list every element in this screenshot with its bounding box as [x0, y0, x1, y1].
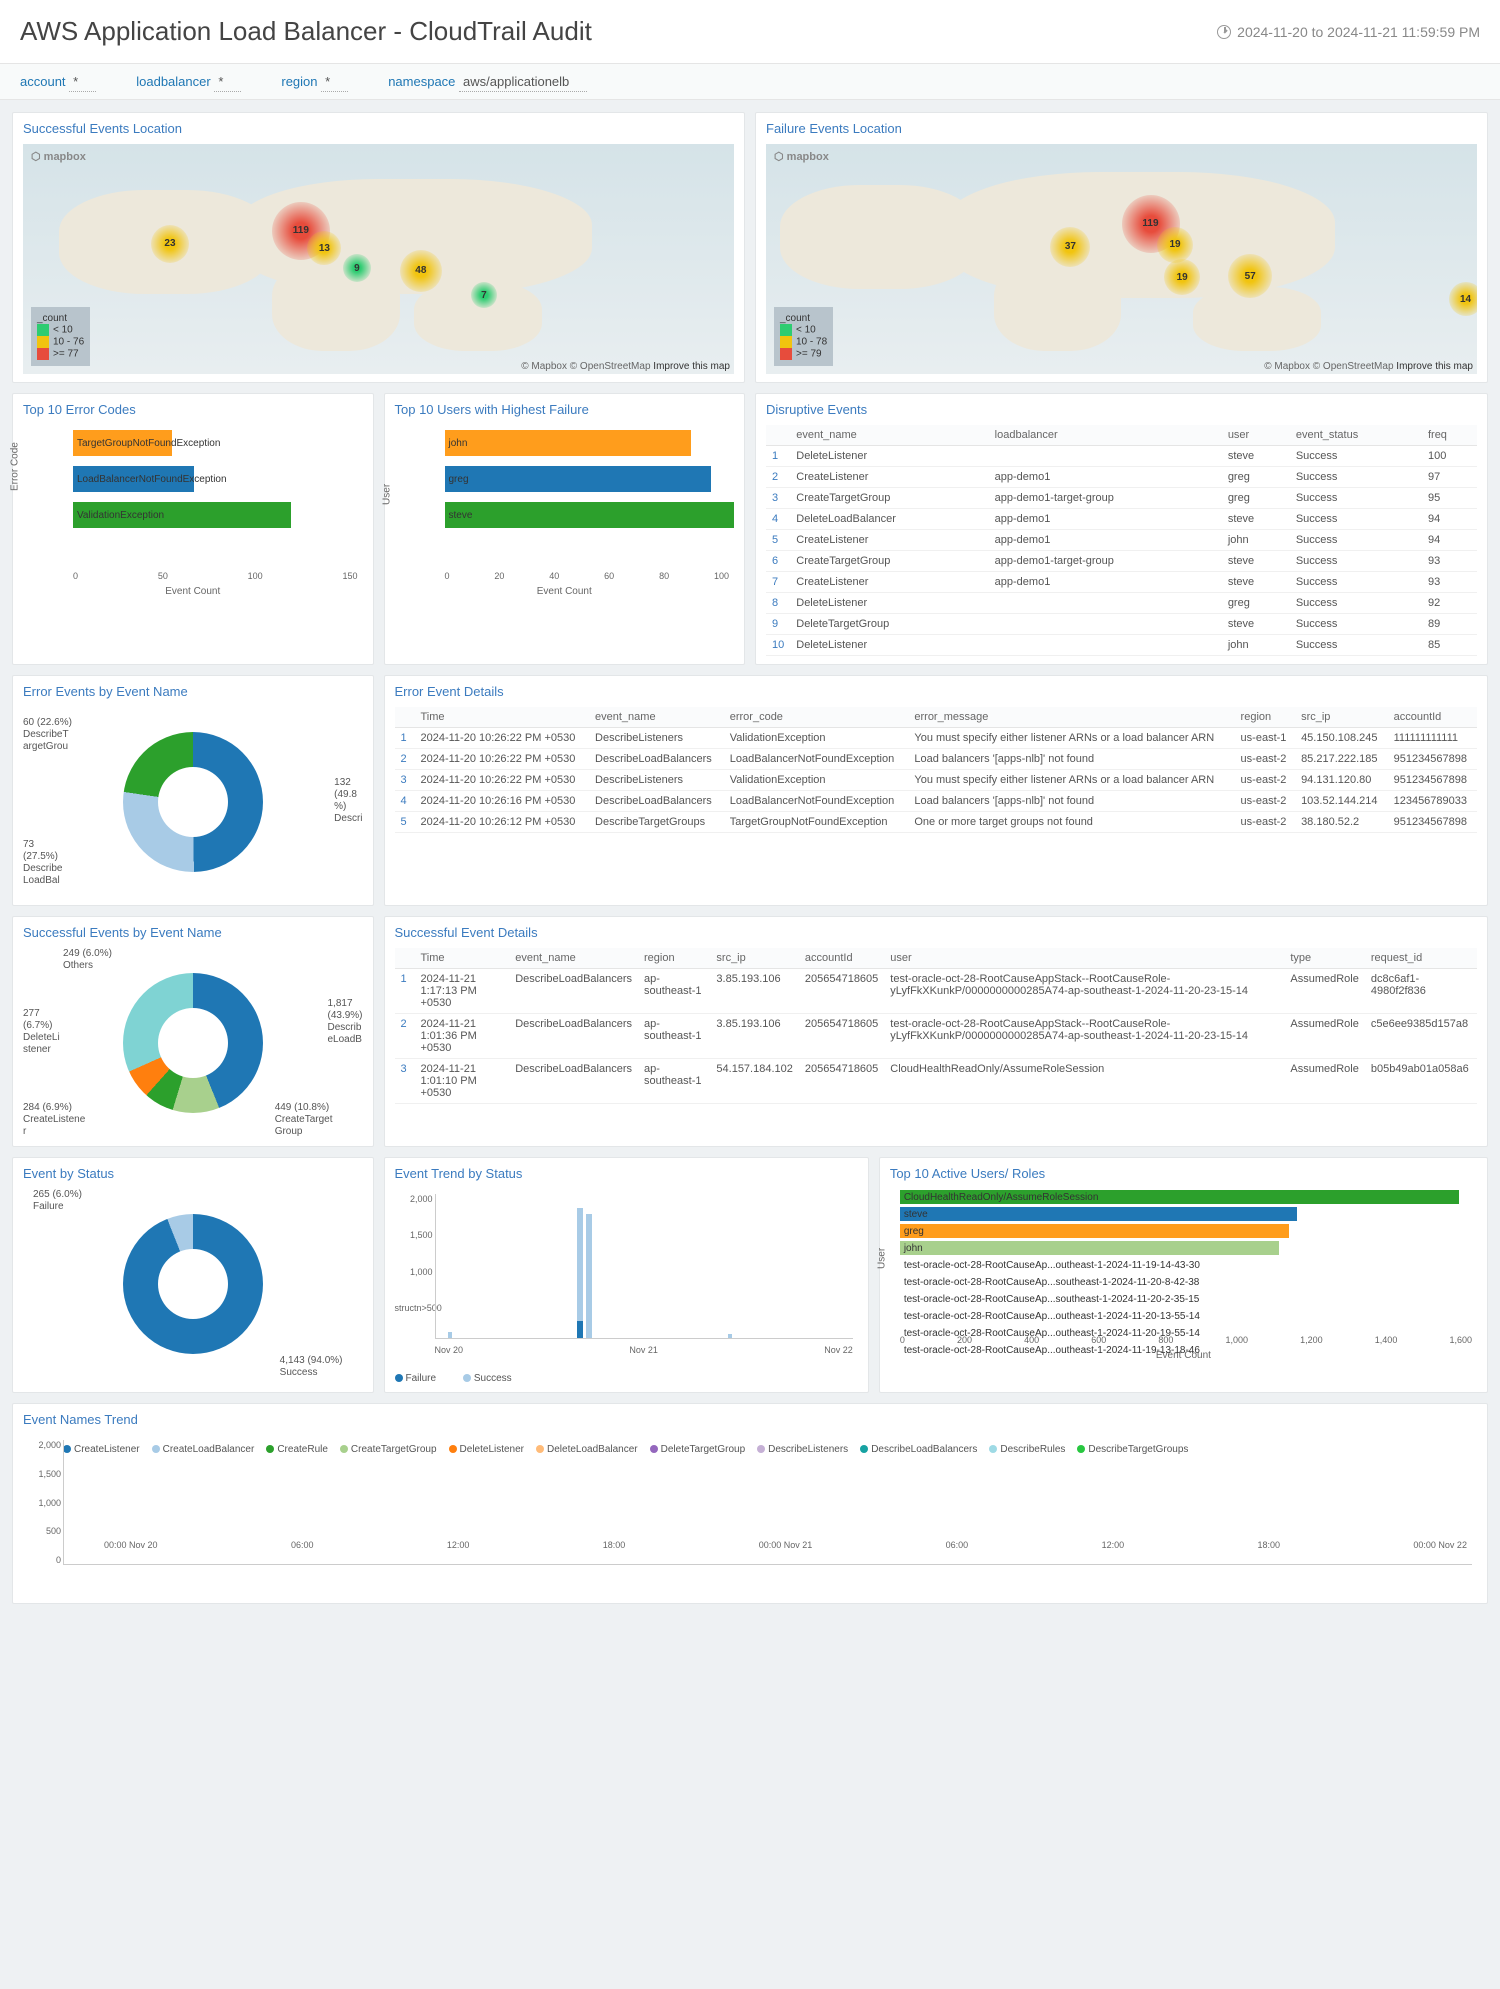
panel-title: Successful Events Location — [23, 121, 734, 136]
table-row[interactable]: 32024-11-21 1:01:10 PM +0530DescribeLoad… — [395, 1059, 1478, 1104]
panel-success-by-name: Successful Events by Event Name 249 (6.0… — [12, 916, 374, 1147]
chart-legend: Failure Success — [395, 1373, 858, 1384]
panel-event-by-status: Event by Status 265 (6.0%)Failure 4,143 … — [12, 1157, 374, 1393]
mapbox-logo-icon: ⬡ mapbox — [31, 150, 86, 163]
map-bubble[interactable]: 14 — [1449, 282, 1477, 316]
chart-event-trend[interactable]: 2,0001,5001,000structn>500 Nov 20Nov 21N… — [395, 1189, 858, 1369]
improve-map-link[interactable]: Improve this map — [653, 361, 730, 372]
filter-bar: account * loadbalancer * region * namesp… — [0, 64, 1500, 100]
panel-event-trend: Event Trend by Status 2,0001,5001,000str… — [384, 1157, 869, 1393]
panel-title: Top 10 Error Codes — [23, 402, 363, 417]
panel-title: Failure Events Location — [766, 121, 1477, 136]
table-row[interactable]: 22024-11-20 10:26:22 PM +0530DescribeLoa… — [395, 749, 1478, 770]
chart-event-names-trend[interactable]: 2,0001,5001,0005000 00:00 Nov 2006:0012:… — [23, 1435, 1477, 1595]
table-row[interactable]: 1DeleteListenersteveSuccess100 — [766, 446, 1477, 467]
chart-success-by-name[interactable]: 249 (6.0%)Others 1,817(43.9%)DescribeLoa… — [23, 948, 363, 1138]
panel-title: Top 10 Users with Highest Failure — [395, 402, 735, 417]
table-success-details[interactable]: Timeevent_nameregionsrc_ipaccountIdusert… — [395, 948, 1478, 1104]
table-row[interactable]: 32024-11-20 10:26:22 PM +0530DescribeLis… — [395, 770, 1478, 791]
page-title: AWS Application Load Balancer - CloudTra… — [20, 16, 592, 47]
panel-top-failure-users: Top 10 Users with Highest Failure johngr… — [384, 393, 746, 665]
table-row[interactable]: 12024-11-20 10:26:22 PM +0530DescribeLis… — [395, 728, 1478, 749]
table-row[interactable]: 2CreateListenerapp-demo1gregSuccess97 — [766, 467, 1477, 488]
mapbox-logo-icon: ⬡ mapbox — [774, 150, 829, 163]
filter-region[interactable]: region * — [281, 74, 348, 89]
table-row[interactable]: 7CreateListenerapp-demo1steveSuccess93 — [766, 572, 1477, 593]
map-attribution: © Mapbox © OpenStreetMap Improve this ma… — [1264, 361, 1473, 372]
panel-title: Event by Status — [23, 1166, 363, 1181]
map-success[interactable]: ⬡ mapbox _count < 10 10 - 76 >= 77 © Map… — [23, 144, 734, 374]
panel-title: Successful Events by Event Name — [23, 925, 363, 940]
map-bubble[interactable]: 48 — [400, 250, 442, 292]
table-row[interactable]: 10DeleteListenerjohnSuccess85 — [766, 635, 1477, 656]
panel-title: Top 10 Active Users/ Roles — [890, 1166, 1477, 1181]
filter-account[interactable]: account * — [20, 74, 96, 89]
map-bubble[interactable]: 19 — [1164, 259, 1200, 295]
map-bubble[interactable]: 23 — [151, 225, 189, 263]
map-legend: _count < 10 10 - 76 >= 77 — [31, 307, 90, 366]
chart-error-by-name[interactable]: 60 (22.6%)DescribeTargetGrou 132(49.8%)D… — [23, 707, 363, 897]
panel-disruptive: Disruptive Events event_nameloadbalancer… — [755, 393, 1488, 665]
map-failure[interactable]: ⬡ mapbox _count < 10 10 - 78 >= 79 © Map… — [766, 144, 1477, 374]
panel-error-by-name: Error Events by Event Name 60 (22.6%)Des… — [12, 675, 374, 906]
page-header: AWS Application Load Balancer - CloudTra… — [0, 0, 1500, 64]
filter-loadbalancer[interactable]: loadbalancer * — [136, 74, 241, 89]
table-row[interactable]: 22024-11-21 1:01:36 PM +0530DescribeLoad… — [395, 1014, 1478, 1059]
panel-title: Disruptive Events — [766, 402, 1477, 417]
table-row[interactable]: 3CreateTargetGroupapp-demo1-target-group… — [766, 488, 1477, 509]
chart-top-error-codes[interactable]: TargetGroupNotFoundExceptionLoadBalancer… — [23, 425, 363, 595]
map-bubble[interactable]: 37 — [1050, 227, 1090, 267]
panel-title: Error Events by Event Name — [23, 684, 363, 699]
panel-top-error-codes: Top 10 Error Codes TargetGroupNotFoundEx… — [12, 393, 374, 665]
table-row[interactable]: 5CreateListenerapp-demo1johnSuccess94 — [766, 530, 1477, 551]
table-row[interactable]: 4DeleteLoadBalancerapp-demo1steveSuccess… — [766, 509, 1477, 530]
improve-map-link[interactable]: Improve this map — [1396, 361, 1473, 372]
filter-namespace[interactable]: namespace aws/applicationelb — [388, 74, 587, 89]
table-row[interactable]: 6CreateTargetGroupapp-demo1-target-group… — [766, 551, 1477, 572]
panel-title: Error Event Details — [395, 684, 1478, 699]
table-row[interactable]: 12024-11-21 1:17:13 PM +0530DescribeLoad… — [395, 969, 1478, 1014]
clock-icon — [1217, 25, 1231, 39]
map-bubble[interactable]: 19 — [1157, 227, 1193, 263]
panel-title: Event Names Trend — [23, 1412, 1477, 1427]
time-range-label: 2024-11-20 to 2024-11-21 11:59:59 PM — [1237, 24, 1480, 40]
panel-failure-map: Failure Events Location ⬡ mapbox _count … — [755, 112, 1488, 383]
chart-event-by-status[interactable]: 265 (6.0%)Failure 4,143 (94.0%)Success — [23, 1189, 363, 1379]
panel-active-users: Top 10 Active Users/ Roles User Event Co… — [879, 1157, 1488, 1393]
chart-active-users[interactable]: User Event Count CloudHealthReadOnly/Ass… — [890, 1189, 1477, 1359]
panel-event-names-trend: Event Names Trend 2,0001,5001,0005000 00… — [12, 1403, 1488, 1604]
table-row[interactable]: 42024-11-20 10:26:16 PM +0530DescribeLoa… — [395, 791, 1478, 812]
panel-success-details: Successful Event Details Timeevent_namer… — [384, 916, 1489, 1147]
map-legend: _count < 10 10 - 78 >= 79 — [774, 307, 833, 366]
table-row[interactable]: 52024-11-20 10:26:12 PM +0530DescribeTar… — [395, 812, 1478, 833]
map-bubble[interactable]: 7 — [471, 282, 497, 308]
time-range[interactable]: 2024-11-20 to 2024-11-21 11:59:59 PM — [1217, 24, 1480, 40]
table-row[interactable]: 8DeleteListenergregSuccess92 — [766, 593, 1477, 614]
panel-title: Successful Event Details — [395, 925, 1478, 940]
table-error-details[interactable]: Timeevent_nameerror_codeerror_messagereg… — [395, 707, 1478, 833]
panel-success-map: Successful Events Location ⬡ mapbox _cou… — [12, 112, 745, 383]
map-attribution: © Mapbox © OpenStreetMap Improve this ma… — [521, 361, 730, 372]
panel-error-details: Error Event Details Timeevent_nameerror_… — [384, 675, 1489, 906]
table-disruptive[interactable]: event_nameloadbalanceruserevent_statusfr… — [766, 425, 1477, 656]
chart-top-failure-users[interactable]: johngregsteveUser Event Count 0204060801… — [395, 425, 735, 595]
table-row[interactable]: 9DeleteTargetGroupsteveSuccess89 — [766, 614, 1477, 635]
panel-title: Event Trend by Status — [395, 1166, 858, 1181]
